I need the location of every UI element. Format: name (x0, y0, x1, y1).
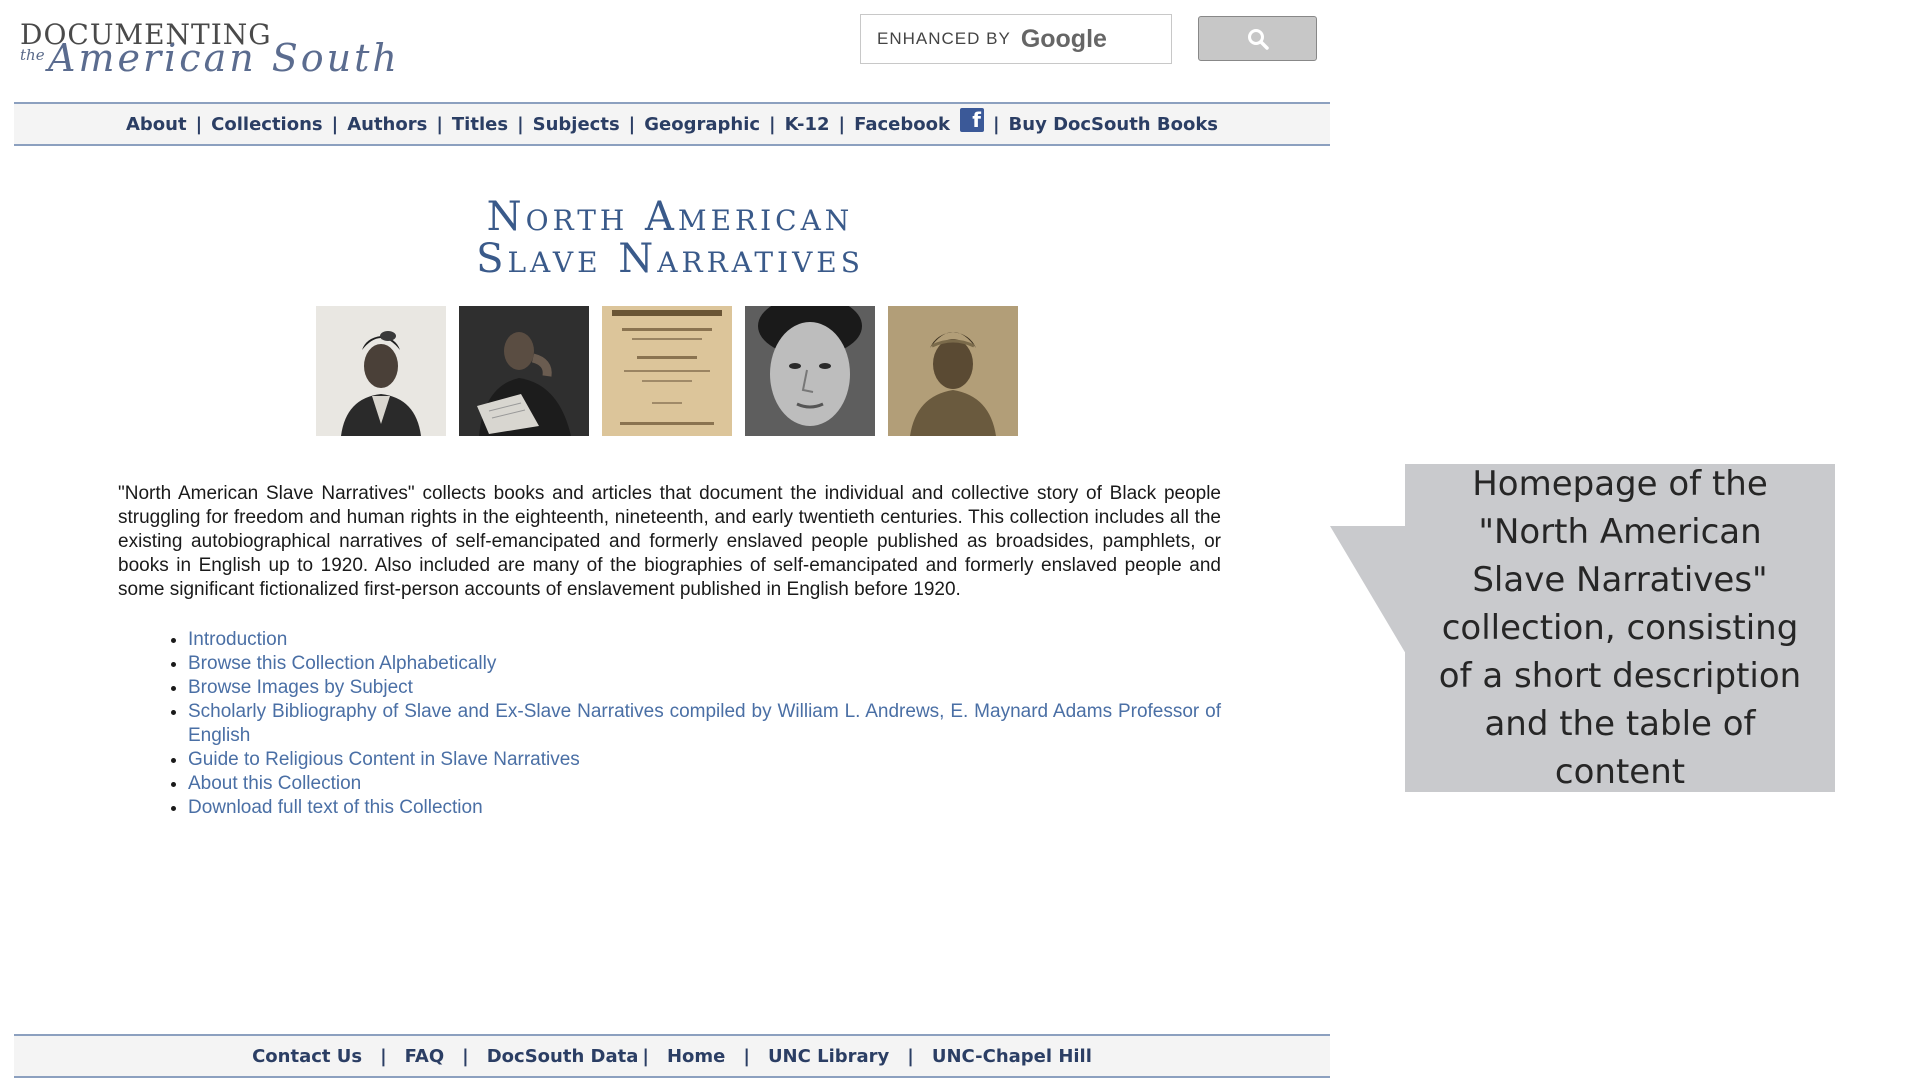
nav-about[interactable]: About (126, 114, 187, 135)
nav-titles[interactable]: Titles (452, 114, 508, 135)
toc-item: Browse Images by Subject (188, 676, 1221, 700)
nav-facebook[interactable]: Facebook (854, 114, 950, 135)
footer-home[interactable]: Home (667, 1046, 725, 1067)
portrait-woman-closeup-image[interactable] (745, 306, 875, 436)
search-icon (1247, 28, 1269, 50)
nav-authors[interactable]: Authors (347, 114, 427, 135)
search-button[interactable] (1198, 16, 1317, 61)
table-of-contents: Introduction Browse this Collection Alph… (118, 628, 1221, 820)
logo-american-south: American South (48, 36, 400, 80)
toc-link-browse-images[interactable]: Browse Images by Subject (188, 676, 1221, 700)
portrait-woman-bonnet-image[interactable] (316, 306, 446, 436)
collection-description: "North American Slave Narratives" collec… (118, 483, 1221, 600)
toc-item: Guide to Religious Content in Slave Narr… (188, 748, 1221, 772)
nav-geographic[interactable]: Geographic (644, 114, 760, 135)
page-title-line2: Slave Narratives (476, 236, 864, 282)
footer-unc-library[interactable]: UNC Library (768, 1046, 889, 1067)
page-title: North American Slave Narratives (0, 196, 1340, 280)
toc-item: Download full text of this Collection (188, 796, 1221, 820)
portrait-man-turban-image[interactable] (888, 306, 1018, 436)
nav-subjects[interactable]: Subjects (533, 114, 620, 135)
portrait-man-reading-image[interactable] (459, 306, 589, 436)
callout-pointer (1330, 526, 1406, 654)
toc-link-introduction[interactable]: Introduction (188, 628, 1221, 652)
callout-annotation: Homepage of the "North American Slave Na… (1405, 464, 1835, 792)
toc-link-bibliography[interactable]: Scholarly Bibliography of Slave and Ex-S… (188, 700, 1221, 748)
image-strip (316, 306, 1018, 436)
footer-faq[interactable]: FAQ (405, 1046, 444, 1067)
toc-item: Introduction (188, 628, 1221, 652)
footer-contact-us[interactable]: Contact Us (252, 1046, 362, 1067)
nav-k12[interactable]: K-12 (785, 114, 830, 135)
toc-link-religious-guide[interactable]: Guide to Religious Content in Slave Narr… (188, 748, 1221, 772)
toc-link-browse-alphabetically[interactable]: Browse this Collection Alphabetically (188, 652, 1221, 676)
toc-item: Scholarly Bibliography of Slave and Ex-S… (188, 700, 1221, 748)
facebook-icon[interactable]: f (959, 108, 984, 132)
page-title-line1: North American (486, 194, 854, 240)
search-input[interactable]: ENHANCED BY Google (860, 14, 1172, 64)
toc-link-download[interactable]: Download full text of this Collection (188, 796, 1221, 820)
footer-docsouth-data[interactable]: DocSouth Data (487, 1046, 639, 1067)
search-google-brand: Google (1020, 24, 1107, 53)
site-logo[interactable]: DOCUMENTING the American South (20, 16, 400, 80)
toc-link-about-collection[interactable]: About this Collection (188, 772, 1221, 796)
main-nav: About | Collections | Authors | Titles | Sub… (14, 102, 1330, 146)
nav-collections[interactable]: Collections (211, 114, 322, 135)
toc-item: Browse this Collection Alphabetically (188, 652, 1221, 676)
logo-the: the (20, 46, 45, 64)
toc-item: About this Collection (188, 772, 1221, 796)
book-title-page-image[interactable] (602, 306, 732, 436)
search-enhanced-by: ENHANCED BY (877, 29, 1011, 48)
footer-nav: Contact Us | FAQ | DocSouth Data | Home | UN… (14, 1034, 1330, 1078)
footer-unc-chapel-hill[interactable]: UNC-Chapel Hill (932, 1046, 1092, 1067)
nav-buy-books[interactable]: Buy DocSouth Books (1009, 114, 1218, 135)
